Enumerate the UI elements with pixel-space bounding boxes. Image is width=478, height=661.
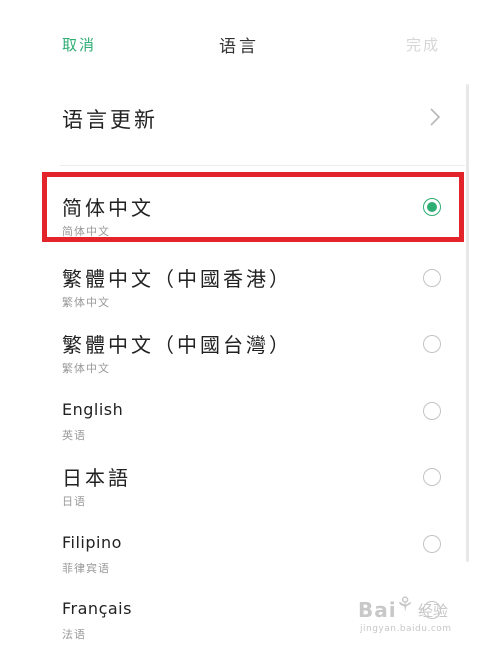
language-name: 日本語 — [62, 466, 131, 490]
language-subtitle: 菲律宾语 — [62, 562, 110, 575]
language-list: 简体中文 简体中文 繁體中文（中國香港） 繁体中文 繁體中文（中國台灣） 繁体中… — [0, 0, 478, 652]
language-item-fil[interactable]: Filipino 菲律宾语 — [0, 529, 478, 595]
highlight-box — [42, 172, 464, 242]
language-name: English — [62, 400, 124, 419]
language-name: Filipino — [62, 533, 122, 552]
language-subtitle: 英语 — [62, 429, 86, 442]
language-subtitle: 法语 — [62, 628, 86, 641]
language-item-zh-hk[interactable]: 繁體中文（中國香港） 繁体中文 — [0, 263, 478, 329]
watermark: Bai ⚘ 经验 jingyan.baidu.com — [356, 590, 456, 640]
watermark-suffix: 经验 — [418, 602, 449, 620]
language-subtitle: 日语 — [62, 495, 86, 508]
language-subtitle: 繁体中文 — [62, 362, 110, 375]
language-item-zh-tw[interactable]: 繁體中文（中國台灣） 繁体中文 — [0, 329, 478, 395]
watermark-url: jingyan.baidu.com — [360, 624, 452, 634]
language-name: 繁體中文（中國台灣） — [62, 333, 292, 357]
language-item-ja[interactable]: 日本語 日语 — [0, 462, 478, 528]
language-name: Français — [62, 599, 132, 618]
language-item-en[interactable]: English 英语 — [0, 396, 478, 462]
watermark-brand: Bai — [358, 598, 397, 622]
radio-unselected-icon[interactable] — [423, 269, 441, 287]
radio-unselected-icon[interactable] — [423, 535, 441, 553]
paw-icon: ⚘ — [396, 592, 414, 616]
language-name: 繁體中文（中國香港） — [62, 267, 292, 291]
radio-unselected-icon[interactable] — [423, 335, 441, 353]
radio-unselected-icon[interactable] — [423, 402, 441, 420]
radio-unselected-icon[interactable] — [423, 468, 441, 486]
language-subtitle: 繁体中文 — [62, 296, 110, 309]
